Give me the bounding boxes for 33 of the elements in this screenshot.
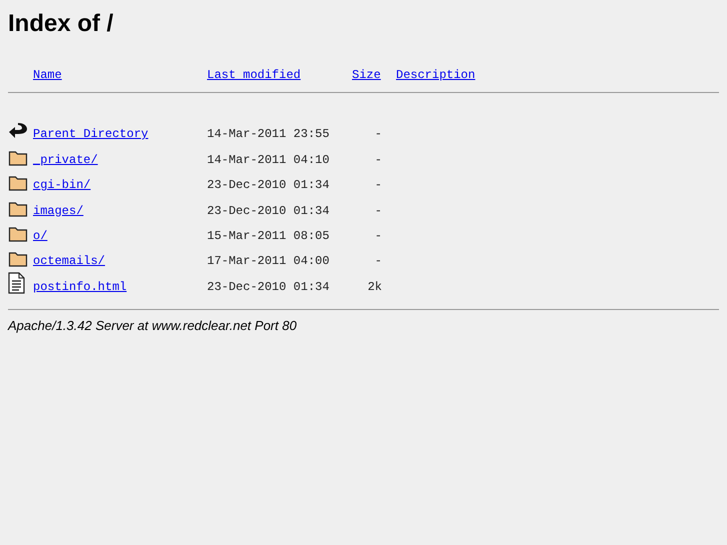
file-link[interactable]: images/ <box>33 204 84 218</box>
file-link[interactable]: o/ <box>33 228 48 243</box>
folder-icon <box>8 148 28 167</box>
file-size: - <box>374 152 382 169</box>
folder-icon <box>8 174 28 192</box>
modified-date: 23-Dec-2010 01:34 <box>207 202 330 220</box>
page-title: Index of / <box>8 9 114 39</box>
file-link[interactable]: cgi-bin/ <box>33 178 91 192</box>
file-size: - <box>374 177 382 194</box>
folder-icon <box>8 224 28 243</box>
modified-date: 23-Dec-2010 01:34 <box>207 278 330 296</box>
size-column-header[interactable]: Size <box>352 66 396 84</box>
modified-date: 17-Mar-2011 04:00 <box>207 253 330 270</box>
file-size: - <box>374 202 382 220</box>
description-column-header[interactable]: Description <box>396 66 476 84</box>
file-link[interactable]: postinfo.html <box>33 280 127 294</box>
modified-date: 15-Mar-2011 08:05 <box>207 228 330 245</box>
folder-icon <box>8 200 28 218</box>
file-size: - <box>374 126 382 144</box>
file-size: - <box>374 228 382 245</box>
name-column-header[interactable]: Name <box>33 66 207 84</box>
server-signature: Apache/1.3.42 Server at www.redclear.net Port 80 <box>8 316 298 335</box>
modified-date: 14-Mar-2011 23:55 <box>207 126 330 144</box>
modified-date: 14-Mar-2011 04:10 <box>207 152 330 169</box>
file-size: 2k <box>366 278 382 296</box>
file-size: - <box>374 253 382 270</box>
folder-icon <box>8 250 28 268</box>
file-link[interactable]: _private/ <box>33 152 98 167</box>
file-link[interactable]: octemails/ <box>33 254 106 268</box>
modified-date: 23-Dec-2010 01:34 <box>207 177 330 194</box>
document-icon <box>8 272 25 294</box>
file-link[interactable]: Parent Directory <box>33 127 148 142</box>
last-modified-column-header[interactable]: Last modified <box>207 66 352 84</box>
